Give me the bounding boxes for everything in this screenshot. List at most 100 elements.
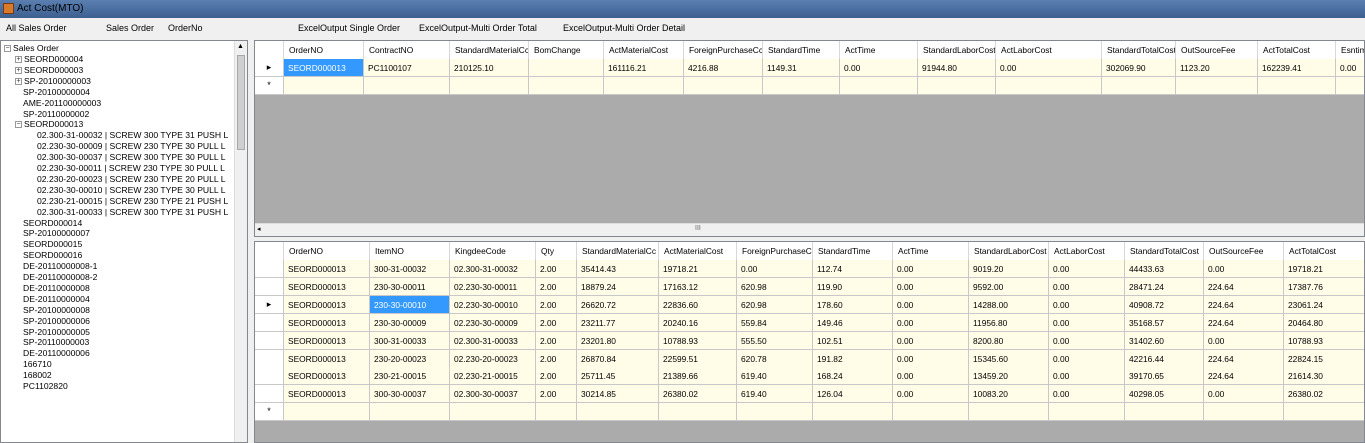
table-cell[interactable]: 559.84 [737, 313, 813, 332]
table-row[interactable]: ▸ SEORD000013 PC1100107 210125.10 161116.21 4… [255, 59, 1364, 77]
table-cell[interactable]: 178.60 [813, 295, 893, 314]
table-cell[interactable]: 02.300-31-00032 [450, 260, 536, 278]
table-cell[interactable]: 0.00 [840, 59, 918, 77]
collapse-icon[interactable]: − [4, 45, 11, 52]
column-header[interactable]: StandardTotalCost [1102, 41, 1176, 59]
table-cell[interactable]: 0.00 [737, 260, 813, 278]
column-header[interactable]: OutSourceFee [1176, 41, 1258, 59]
tree-item[interactable]: DE-20110000004 [23, 294, 90, 305]
table-cell[interactable]: 0.00 [893, 313, 969, 332]
table-cell[interactable]: SEORD000013 [284, 385, 370, 404]
tree-item[interactable]: SP-20100000008 [23, 305, 90, 316]
table-cell[interactable]: 30214.85 [577, 385, 659, 404]
table-cell[interactable]: 0.00 [893, 367, 969, 386]
table-cell[interactable]: 620.98 [737, 277, 813, 296]
table-cell[interactable]: SEORD000013 [284, 295, 370, 314]
table-cell[interactable]: 0.00 [1049, 331, 1125, 350]
tree-item[interactable]: SEORD000015 [23, 239, 82, 250]
table-cell[interactable]: 1149.31 [763, 59, 840, 77]
excel-multi-total-button[interactable]: ExcelOutput-Multi Order Total [419, 23, 537, 33]
table-cell[interactable]: 210125.10 [450, 59, 529, 77]
table-cell[interactable]: 230-30-00009 [370, 313, 450, 332]
tree-item[interactable]: − SEORD000013 [15, 119, 83, 130]
table-cell[interactable] [893, 403, 969, 422]
table-cell[interactable]: 0.00 [1204, 331, 1284, 350]
tree-item[interactable]: + SEORD000003 [15, 65, 83, 76]
table-row[interactable]: SEORD000013 300-31-00032 02.300-31-00032 2.… [255, 260, 1364, 278]
table-cell[interactable]: 22836.60 [659, 295, 737, 314]
table-cell[interactable] [659, 403, 737, 422]
tree-child-item[interactable]: 02.230-20-00023 | SCREW 230 TYPE 20 PULL… [37, 174, 226, 185]
order-grid-hscroll[interactable]: ◂ III [255, 223, 1364, 236]
table-cell[interactable] [1176, 76, 1258, 95]
tree-scroll-thumb[interactable] [237, 55, 245, 150]
table-cell[interactable]: 2.00 [536, 385, 577, 404]
table-cell[interactable]: 9019.20 [969, 260, 1049, 278]
table-cell[interactable]: 25711.45 [577, 367, 659, 386]
table-cell[interactable]: 26620.72 [577, 295, 659, 314]
tree-child-item[interactable]: 02.230-21-00015 | SCREW 230 TYPE 21 PUSH… [37, 196, 228, 207]
expand-icon[interactable]: + [15, 66, 22, 74]
table-cell[interactable]: 2.00 [536, 313, 577, 332]
table-cell[interactable]: 02.230-20-00023 [450, 349, 536, 368]
column-header[interactable]: ActMaterialCost [604, 41, 684, 59]
tree-item[interactable]: + SEORD000004 [15, 54, 83, 65]
tree-item[interactable]: SEORD000016 [23, 250, 82, 261]
table-cell[interactable]: 40908.72 [1125, 295, 1204, 314]
table-cell[interactable] [918, 76, 996, 95]
table-cell[interactable] [370, 403, 450, 422]
table-cell[interactable]: 0.00 [893, 277, 969, 296]
sales-order-tree[interactable]: − Sales Order + SEORD000004 + SEORD000003 + SP… [0, 40, 248, 443]
table-cell[interactable]: 02.230-30-00010 [450, 295, 536, 314]
table-cell[interactable] [1102, 76, 1176, 95]
table-cell[interactable] [684, 76, 763, 95]
table-cell[interactable]: 14288.00 [969, 295, 1049, 314]
table-cell[interactable]: 300-31-00033 [370, 331, 450, 350]
table-cell[interactable]: 619.40 [737, 385, 813, 404]
table-cell[interactable]: 4216.88 [684, 59, 763, 77]
table-cell[interactable] [1336, 77, 1364, 95]
column-header[interactable]: ActTime [840, 41, 918, 59]
table-cell[interactable]: 8200.80 [969, 331, 1049, 350]
tree-child-item[interactable]: 02.300-31-00033 | SCREW 300 TYPE 31 PUSH… [37, 207, 228, 218]
table-cell[interactable] [529, 59, 604, 77]
column-header[interactable]: StandardTime [813, 242, 893, 260]
detail-grid[interactable]: OrderNO ItemNO KingdeeCode Qty StandardMater… [254, 241, 1365, 443]
table-cell[interactable]: 35168.57 [1125, 313, 1204, 332]
tree-item[interactable]: SP-20100000007 [23, 228, 90, 239]
table-cell[interactable]: 17387.76 [1284, 278, 1364, 296]
table-cell[interactable]: 0.00 [893, 260, 969, 278]
tree-item[interactable]: AME-201100000003 [23, 98, 101, 109]
table-cell[interactable] [996, 76, 1102, 95]
table-cell[interactable]: 300-31-00032 [370, 260, 450, 278]
column-header[interactable]: ForeignPurchaseCi [737, 242, 813, 260]
table-cell[interactable]: 191.82 [813, 349, 893, 368]
table-cell[interactable]: 40298.05 [1125, 385, 1204, 404]
table-cell[interactable] [450, 403, 536, 422]
table-cell[interactable] [1125, 403, 1204, 422]
table-cell[interactable] [450, 76, 529, 95]
tree-child-item[interactable]: 02.300-31-00032 | SCREW 300 TYPE 31 PUSH… [37, 130, 228, 141]
table-cell[interactable]: 0.00 [1049, 260, 1125, 278]
column-header[interactable]: StandardTime [763, 41, 840, 59]
column-header[interactable]: ActTime [893, 242, 969, 260]
table-cell[interactable]: 0.00 [1049, 295, 1125, 314]
order-grid[interactable]: OrderNO ContractNO StandardMaterialCc BomCh… [254, 40, 1365, 237]
column-header[interactable]: ActMaterialCost [659, 242, 737, 260]
table-cell[interactable]: 112.74 [813, 260, 893, 278]
table-cell[interactable]: 2.00 [536, 331, 577, 350]
tree-root[interactable]: − Sales Order [4, 43, 59, 54]
table-cell[interactable] [604, 76, 684, 95]
table-row[interactable]: SEORD000013 230-30-00009 02.230-30-00009 2.… [255, 313, 1364, 332]
table-cell[interactable] [1284, 403, 1364, 422]
table-cell[interactable]: 19718.21 [1284, 260, 1364, 278]
table-cell[interactable]: 23211.77 [577, 313, 659, 332]
table-cell[interactable]: 02.230-30-00011 [450, 277, 536, 296]
table-cell[interactable]: 620.78 [737, 349, 813, 368]
table-cell[interactable]: 0.00 [1336, 59, 1364, 77]
table-cell[interactable]: 17163.12 [659, 277, 737, 296]
column-header[interactable]: EsntimateCos [1336, 41, 1364, 59]
row-header[interactable]: * [255, 76, 284, 95]
table-cell[interactable]: 0.00 [1049, 385, 1125, 404]
table-cell[interactable]: 11956.80 [969, 313, 1049, 332]
